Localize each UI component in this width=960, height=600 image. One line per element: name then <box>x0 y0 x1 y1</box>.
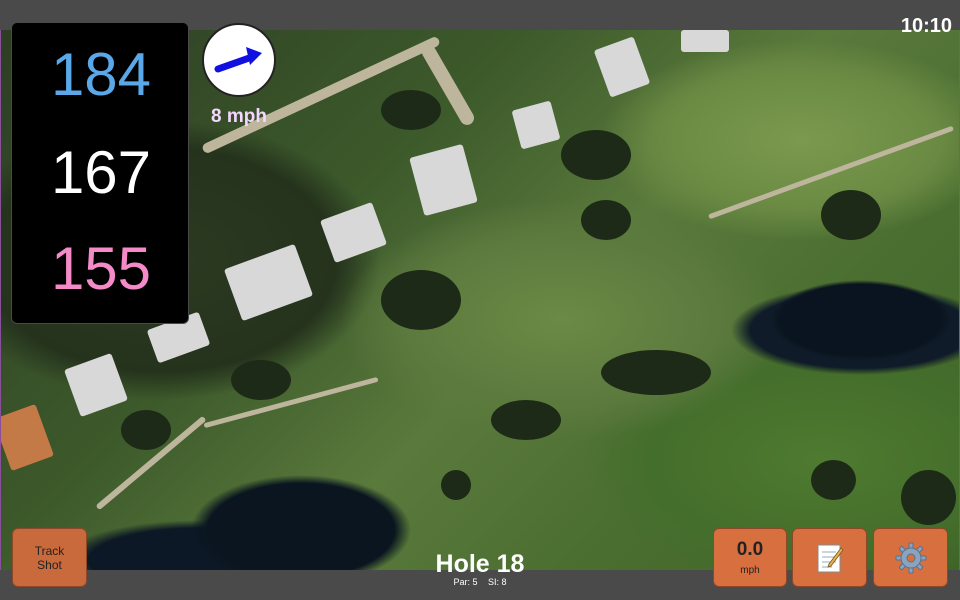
speed-button[interactable]: 0.0 mph <box>713 528 787 587</box>
settings-button[interactable] <box>873 528 948 587</box>
wind-direction-indicator <box>202 23 276 97</box>
notepad-icon <box>817 544 844 572</box>
track-shot-button[interactable]: Track Shot <box>12 528 87 587</box>
distance-panel: 184 167 155 <box>11 22 189 324</box>
middle-distance: 167 <box>50 139 152 206</box>
hole-title: Hole 18 <box>435 550 525 578</box>
arrow-icon <box>214 47 262 73</box>
gear-icon <box>895 542 926 573</box>
speed-unit: mph <box>740 565 760 576</box>
clock-time: 10:10 <box>900 15 952 37</box>
back-distance: 184 <box>50 41 152 108</box>
track-shot-label-line1: Track <box>34 543 65 558</box>
front-distance: 155 <box>50 235 152 302</box>
notes-button[interactable] <box>792 528 867 587</box>
track-shot-label-line2: Shot <box>37 557 62 572</box>
hole-info: Par: 5 SI: 8 <box>400 577 560 587</box>
si-label: SI: 8 <box>488 577 507 587</box>
speed-value: 0.0 <box>736 539 764 560</box>
wind-speed-label: 8 mph <box>211 106 267 127</box>
par-label: Par: 5 <box>453 577 478 587</box>
